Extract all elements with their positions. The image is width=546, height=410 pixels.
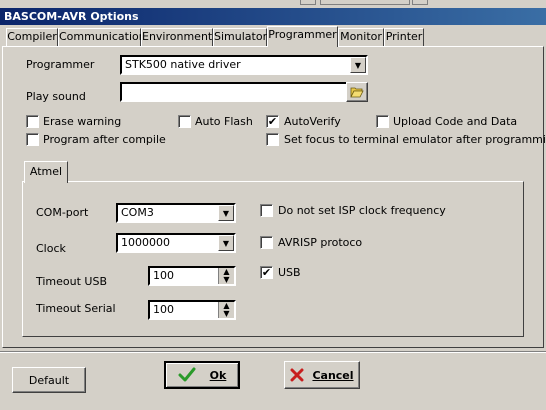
no-isp-clock-label: Do not set ISP clock frequency bbox=[278, 204, 446, 217]
erase-warning-label: Erase warning bbox=[43, 115, 122, 128]
auto-verify-label: AutoVerify bbox=[284, 115, 341, 128]
set-focus-terminal-checkbox[interactable] bbox=[266, 133, 279, 146]
tab-simulator[interactable]: Simulator bbox=[213, 28, 267, 46]
auto-flash-checkbox[interactable] bbox=[178, 115, 191, 128]
default-button[interactable]: Default bbox=[12, 367, 86, 393]
avrisp-protocol-checkbox[interactable] bbox=[260, 236, 273, 249]
usb-label: USB bbox=[278, 266, 301, 279]
chevron-down-icon[interactable]: ▼ bbox=[350, 57, 366, 73]
divider bbox=[0, 351, 546, 353]
play-sound-label: Play sound bbox=[26, 90, 86, 103]
checkmark-icon: ✔ bbox=[267, 115, 278, 128]
ok-button-label: Ok bbox=[209, 368, 227, 382]
timeout-usb-stepper[interactable]: 100 ▲ ▼ bbox=[148, 266, 236, 286]
tab-communication[interactable]: Communication bbox=[58, 28, 146, 46]
tab-printer[interactable]: Printer bbox=[384, 28, 424, 46]
tab-monitor[interactable]: Monitor bbox=[338, 28, 384, 46]
usb-checkbox[interactable]: ✔ bbox=[260, 266, 273, 279]
com-port-select[interactable]: COM3 ▼ bbox=[116, 203, 236, 223]
spin-updown-icon[interactable]: ▲ ▼ bbox=[218, 302, 234, 318]
play-sound-input[interactable] bbox=[120, 82, 350, 102]
ok-check-icon bbox=[178, 367, 196, 382]
spin-updown-icon[interactable]: ▲ ▼ bbox=[218, 268, 234, 284]
tab-environment[interactable]: Environment bbox=[141, 28, 213, 46]
timeout-serial-stepper[interactable]: 100 ▲ ▼ bbox=[148, 300, 236, 320]
program-after-compile-label: Program after compile bbox=[43, 133, 166, 146]
tab-atmel[interactable]: Atmel bbox=[24, 161, 68, 183]
chevron-down-icon[interactable]: ▼ bbox=[218, 205, 234, 221]
upload-code-data-checkbox[interactable] bbox=[376, 115, 389, 128]
com-port-value: COM3 bbox=[121, 206, 154, 219]
background-scroll-fragment bbox=[300, 0, 316, 5]
programmer-label: Programmer bbox=[26, 58, 95, 71]
tab-compiler[interactable]: Compiler bbox=[6, 28, 58, 46]
cancel-button-label: Cancel bbox=[312, 368, 354, 382]
avrisp-protocol-label: AVRISP protoco bbox=[278, 236, 363, 249]
tab-programmer[interactable]: Programmer bbox=[267, 26, 338, 47]
clock-select[interactable]: 1000000 ▼ bbox=[116, 233, 236, 253]
com-port-label: COM-port bbox=[36, 206, 89, 219]
set-focus-terminal-label: Set focus to terminal emulator after pro… bbox=[284, 133, 546, 146]
chevron-down-icon[interactable]: ▼ bbox=[218, 235, 234, 251]
programmer-value: STK500 native driver bbox=[125, 58, 241, 71]
background-window-strip bbox=[0, 0, 546, 8]
cancel-x-icon bbox=[290, 368, 304, 382]
timeout-serial-label: Timeout Serial bbox=[36, 302, 116, 315]
default-button-label: Default bbox=[28, 373, 70, 387]
ok-button[interactable]: Ok bbox=[164, 361, 240, 389]
upload-code-data-label: Upload Code and Data bbox=[393, 115, 518, 128]
programmer-select[interactable]: STK500 native driver ▼ bbox=[120, 55, 368, 75]
no-isp-clock-checkbox[interactable] bbox=[260, 204, 273, 217]
auto-verify-checkbox[interactable]: ✔ bbox=[266, 115, 279, 128]
window-title: BASCOM-AVR Options bbox=[0, 8, 546, 25]
folder-open-icon bbox=[350, 87, 364, 98]
background-scroll-fragment bbox=[412, 0, 428, 5]
erase-warning-checkbox[interactable] bbox=[26, 115, 39, 128]
background-scroll-fragment bbox=[320, 0, 410, 5]
timeout-serial-value: 100 bbox=[153, 303, 174, 316]
program-after-compile-checkbox[interactable] bbox=[26, 133, 39, 146]
cancel-button[interactable]: Cancel bbox=[284, 361, 360, 389]
timeout-usb-label: Timeout USB bbox=[36, 275, 108, 288]
browse-folder-button[interactable] bbox=[346, 82, 368, 102]
clock-label: Clock bbox=[36, 242, 66, 255]
timeout-usb-value: 100 bbox=[153, 269, 174, 282]
checkmark-icon: ✔ bbox=[261, 266, 272, 279]
auto-flash-label: Auto Flash bbox=[195, 115, 253, 128]
clock-value: 1000000 bbox=[121, 236, 170, 249]
